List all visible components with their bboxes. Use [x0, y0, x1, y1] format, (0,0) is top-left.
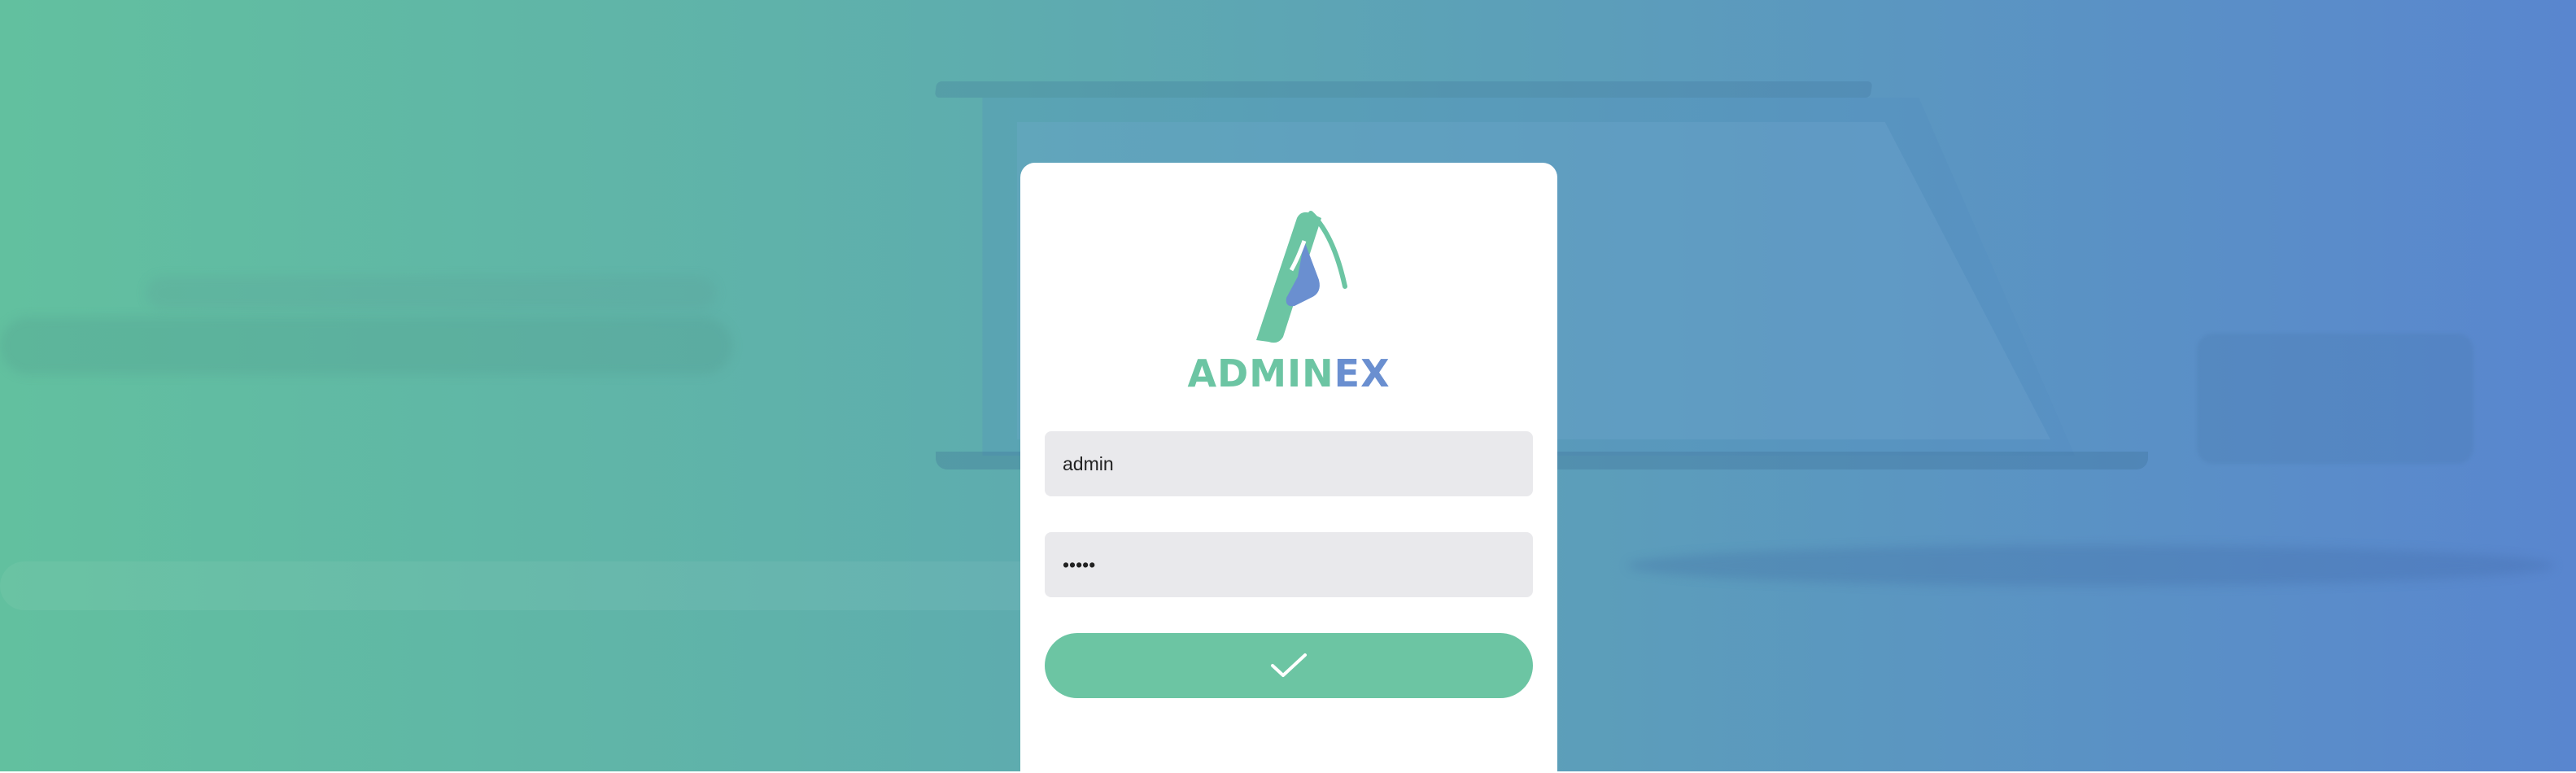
password-input[interactable] [1045, 532, 1533, 597]
checkmark-icon [1271, 653, 1307, 677]
background-blur-shape [0, 317, 732, 374]
brand-name-part-2: EX [1334, 352, 1391, 395]
login-card: ADMINEX [1020, 163, 1557, 773]
background-laptop-shadow [1627, 545, 2555, 586]
brand-logo [1020, 202, 1557, 348]
brand-name-part-1: ADMIN [1187, 352, 1334, 395]
background-blur-shape [146, 277, 716, 309]
brand-name: ADMINEX [1020, 352, 1557, 395]
background-gadget [2197, 334, 2473, 464]
background-desk [0, 561, 1058, 610]
username-input[interactable] [1045, 431, 1533, 496]
background-laptop-lid [934, 81, 1873, 98]
adminex-logo-icon [1256, 211, 1347, 343]
login-submit-button[interactable] [1045, 633, 1533, 698]
